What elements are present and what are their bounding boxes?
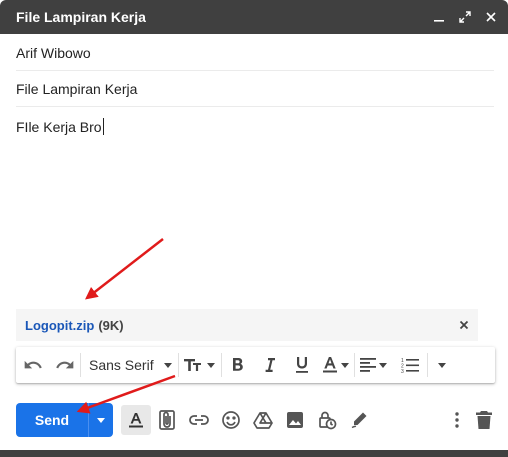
insert-link-icon[interactable] — [184, 405, 214, 435]
insert-photo-icon[interactable] — [280, 405, 310, 435]
italic-icon[interactable] — [254, 347, 286, 383]
align-icon[interactable] — [355, 347, 393, 383]
recipients-field[interactable]: Arif Wibowo — [16, 35, 494, 71]
formatting-options-icon[interactable] — [121, 405, 151, 435]
chevron-down-icon — [379, 362, 388, 368]
text-cursor — [102, 118, 104, 135]
chevron-down-icon — [163, 362, 172, 368]
expand-icon[interactable] — [452, 0, 478, 34]
message-body[interactable]: FIle Kerja Bro — [16, 118, 104, 135]
attachment-size: (9K) — [98, 317, 124, 333]
more-options-icon[interactable] — [442, 405, 472, 435]
confidential-mode-icon[interactable] — [312, 405, 342, 435]
chevron-down-icon — [437, 362, 446, 368]
send-button-group: Send — [16, 403, 113, 437]
undo-icon[interactable] — [16, 347, 50, 383]
signature-icon[interactable] — [344, 405, 374, 435]
numbered-list-icon[interactable]: 123 — [393, 347, 427, 383]
chevron-down-icon — [207, 362, 216, 368]
formatting-toolbar: Sans Serif 123 — [16, 347, 495, 383]
compose-title: File Lampiran Kerja — [16, 9, 146, 25]
remove-attachment-icon[interactable] — [456, 317, 472, 333]
text-color-icon[interactable] — [318, 347, 354, 383]
underline-icon[interactable] — [286, 347, 318, 383]
google-drive-icon[interactable] — [248, 405, 278, 435]
attachment-chip[interactable]: Logopit.zip (9K) — [16, 309, 478, 341]
footer-strip — [0, 450, 508, 457]
send-button[interactable]: Send — [16, 403, 88, 437]
svg-text:3: 3 — [401, 369, 404, 373]
chevron-down-icon — [341, 362, 350, 368]
compose-title-bar[interactable]: File Lampiran Kerja — [0, 0, 508, 34]
annotation-arrow — [85, 238, 164, 300]
subject-field[interactable]: File Lampiran Kerja — [16, 71, 494, 107]
redo-icon[interactable] — [50, 347, 80, 383]
font-select-label: Sans Serif — [89, 357, 154, 373]
more-formatting-icon[interactable] — [428, 347, 456, 383]
minimize-icon[interactable] — [426, 0, 452, 34]
subject-text: File Lampiran Kerja — [16, 80, 138, 97]
attach-file-icon[interactable] — [152, 405, 182, 435]
discard-draft-icon[interactable] — [469, 405, 499, 435]
emoji-icon[interactable] — [216, 405, 246, 435]
message-body-text: FIle Kerja Bro — [16, 118, 102, 135]
font-size-icon[interactable] — [179, 347, 221, 383]
attachment-name[interactable]: Logopit.zip — [25, 318, 94, 333]
chevron-down-icon — [97, 417, 105, 423]
recipient-chip[interactable]: Arif Wibowo — [16, 45, 91, 61]
more-send-options-button[interactable] — [88, 403, 113, 437]
bold-icon[interactable] — [222, 347, 254, 383]
close-icon[interactable] — [478, 0, 504, 34]
font-select[interactable]: Sans Serif — [81, 347, 178, 383]
